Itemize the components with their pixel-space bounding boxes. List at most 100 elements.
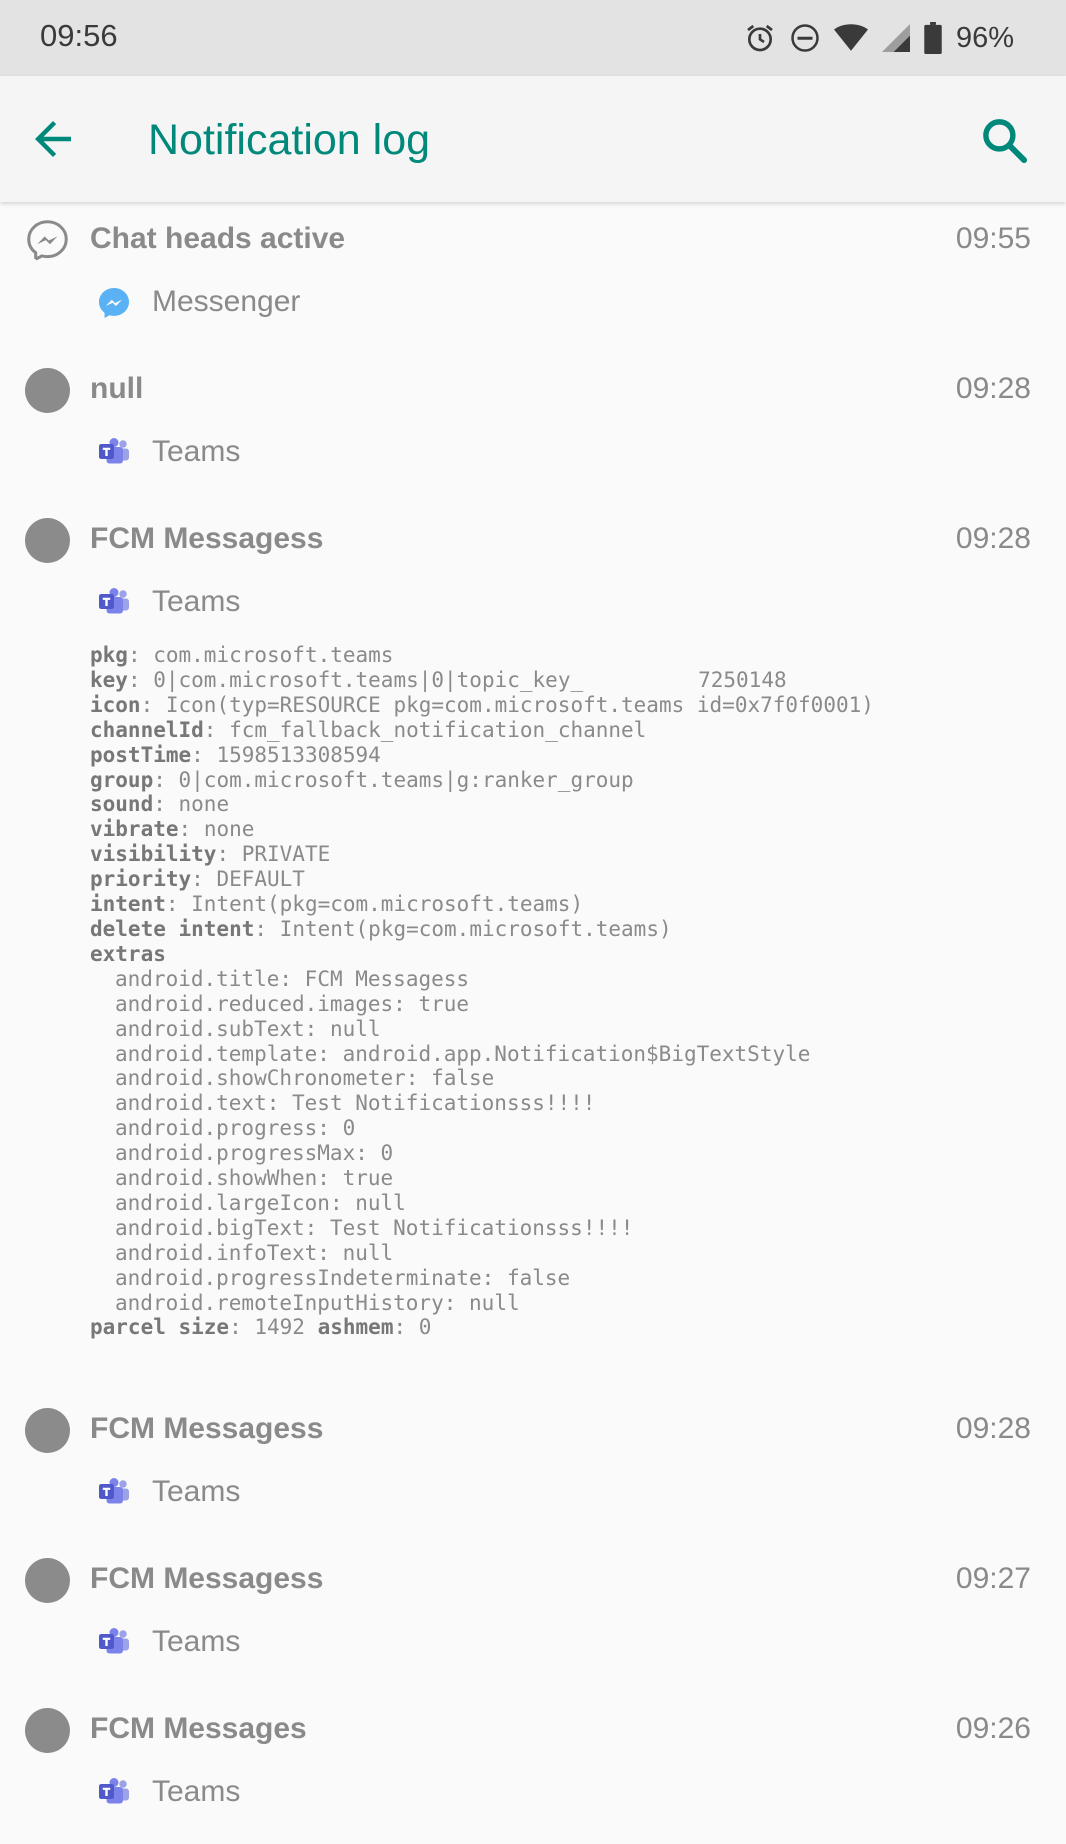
detail-row: delete intent: Intent(pkg=com.microsoft.… <box>90 916 672 941</box>
notification-item[interactable]: FCM Messagess 09:28 Teams <box>0 1392 1066 1542</box>
extras-key: android.progressIndeterminate <box>115 1265 482 1290</box>
messenger-outline-icon <box>27 220 68 262</box>
extras-key: android.reduced.images <box>115 991 394 1016</box>
detail-row: icon: Icon(typ=RESOURCE pkg=com.microsof… <box>90 692 874 717</box>
extras-row: android.progress: 0 <box>115 1116 356 1141</box>
notification-time: 09:26 <box>955 1712 1031 1745</box>
redaction-mark <box>583 670 699 691</box>
page-title: Notification log <box>148 116 431 164</box>
extras-value: Test Notificationsss!!!! <box>292 1091 596 1116</box>
extras-key: android.text <box>115 1091 267 1116</box>
app-bar: Notification log <box>0 76 1066 202</box>
extras-row: android.progressIndeterminate: false <box>115 1265 571 1290</box>
extras-row: android.largeIcon: null <box>115 1190 406 1215</box>
extras-key: android.subText <box>115 1016 305 1041</box>
teams-icon <box>99 1628 129 1654</box>
extras-value: null <box>469 1290 520 1315</box>
detail-row: postTime: 1598513308594 <box>90 742 381 767</box>
status-icons: 96% <box>730 18 1014 58</box>
notification-app-name: Teams <box>152 1475 241 1508</box>
detail-row: channelId: fcm_fallback_notification_cha… <box>90 717 647 742</box>
notification-item[interactable]: null 09:28 Teams <box>0 352 1066 502</box>
extras-row: android.infoText: null <box>115 1240 394 1265</box>
extras-row: android.text: Test Notificationsss!!!! <box>115 1091 596 1116</box>
extras-key: android.remoteInputHistory <box>115 1290 444 1315</box>
detail-row: visibility: PRIVATE <box>90 842 331 867</box>
extras-value: false <box>431 1066 495 1091</box>
search-button[interactable] <box>978 114 1032 168</box>
extras-key: android.bigText <box>115 1215 305 1240</box>
extras-row: android.subText: null <box>115 1016 381 1041</box>
detail-row: extras <box>90 941 166 966</box>
extras-value: 0 <box>342 1116 356 1141</box>
notification-time: 09:28 <box>955 372 1031 405</box>
extras-row: android.title: FCM Messagess <box>115 966 470 991</box>
wifi-icon <box>833 24 868 51</box>
notification-app-name: Teams <box>152 585 241 618</box>
messenger-icon <box>99 288 129 318</box>
notification-details: pkg: com.microsoft.teams key: 0|com.micro… <box>90 643 1050 1340</box>
battery-icon <box>924 22 942 54</box>
extras-value: Test Notificationsss!!!! <box>329 1215 634 1240</box>
extras-value: FCM Messagess <box>304 966 470 991</box>
extras-value: true <box>342 1166 394 1191</box>
extras-row: android.showChronometer: false <box>115 1066 495 1091</box>
do-not-disturb-icon <box>791 24 819 52</box>
teams-avatar-icon <box>25 518 70 563</box>
extras-row: android.progressMax: 0 <box>115 1141 394 1166</box>
status-time: 09:56 <box>40 18 118 53</box>
teams-icon <box>99 1778 129 1804</box>
notification-title: FCM Messagess <box>90 522 324 555</box>
signal-icon <box>881 24 910 52</box>
notification-title: FCM Messages <box>90 1712 307 1745</box>
notification-title: FCM Messagess <box>90 1562 324 1595</box>
teams-avatar-icon <box>25 1558 70 1603</box>
extras-value: 0 <box>380 1141 394 1166</box>
notification-time: 09:28 <box>955 522 1031 555</box>
extras-key: android.progressMax <box>115 1141 356 1166</box>
notification-app-name: Teams <box>152 1625 241 1658</box>
detail-row: priority: DEFAULT <box>90 867 305 892</box>
notification-item[interactable]: FCM Messages 09:26 Teams <box>0 1692 1066 1842</box>
detail-row: sound: none <box>90 792 230 817</box>
detail-row: intent: Intent(pkg=com.microsoft.teams) <box>90 892 584 917</box>
extras-value: null <box>329 1016 381 1041</box>
notification-app-name: Teams <box>152 435 241 468</box>
search-icon <box>983 119 1028 164</box>
notification-item[interactable]: FCM Messagess 09:27 Teams <box>0 1542 1066 1692</box>
extras-row: android.remoteInputHistory: null <box>115 1290 520 1315</box>
extras-key: android.largeIcon <box>115 1190 330 1215</box>
teams-avatar-icon <box>25 1708 70 1753</box>
extras-row: android.reduced.images: true <box>115 991 470 1016</box>
extras-value: android.app.Notification$BigTextStyle <box>342 1041 811 1066</box>
alarm-icon <box>747 24 773 52</box>
extras-row: android.bigText: Test Notificationsss!!!… <box>115 1215 634 1240</box>
extras-list: android.title: FCM Messagess android.redu… <box>90 967 1050 1316</box>
notification-title: FCM Messagess <box>90 1412 324 1445</box>
notification-app-name: Messenger <box>152 285 301 318</box>
notification-time: 09:55 <box>955 222 1031 255</box>
teams-avatar-icon <box>25 1408 70 1453</box>
detail-row: key: 0|com.microsoft.teams|0|topic_key_ 7… <box>90 667 787 692</box>
extras-row: android.template: android.app.Notificati… <box>115 1041 811 1066</box>
arrow-back-icon <box>35 121 71 157</box>
extras-row: android.showWhen: true <box>115 1166 394 1191</box>
notification-item[interactable]: Chat heads active 09:55 Messenger <box>0 202 1066 352</box>
extras-key: android.title <box>115 966 280 991</box>
detail-row: group: 0|com.microsoft.teams|g:ranker_gr… <box>90 767 634 792</box>
extras-key: android.infoText <box>115 1240 318 1265</box>
teams-icon <box>99 588 129 614</box>
back-button[interactable] <box>26 112 80 166</box>
battery-percentage: 96% <box>955 21 1014 54</box>
detail-row: vibrate: none <box>90 817 255 842</box>
extras-key: android.showChronometer <box>115 1066 406 1091</box>
extras-key: android.showWhen <box>115 1166 318 1191</box>
teams-icon <box>99 438 129 464</box>
extras-key: android.progress <box>115 1116 318 1141</box>
extras-value: false <box>506 1265 571 1290</box>
teams-icon <box>99 1478 129 1504</box>
extras-key: android.template <box>115 1041 318 1066</box>
extras-value: null <box>342 1240 394 1265</box>
extras-value: null <box>355 1190 406 1215</box>
notification-time: 09:27 <box>955 1562 1031 1595</box>
